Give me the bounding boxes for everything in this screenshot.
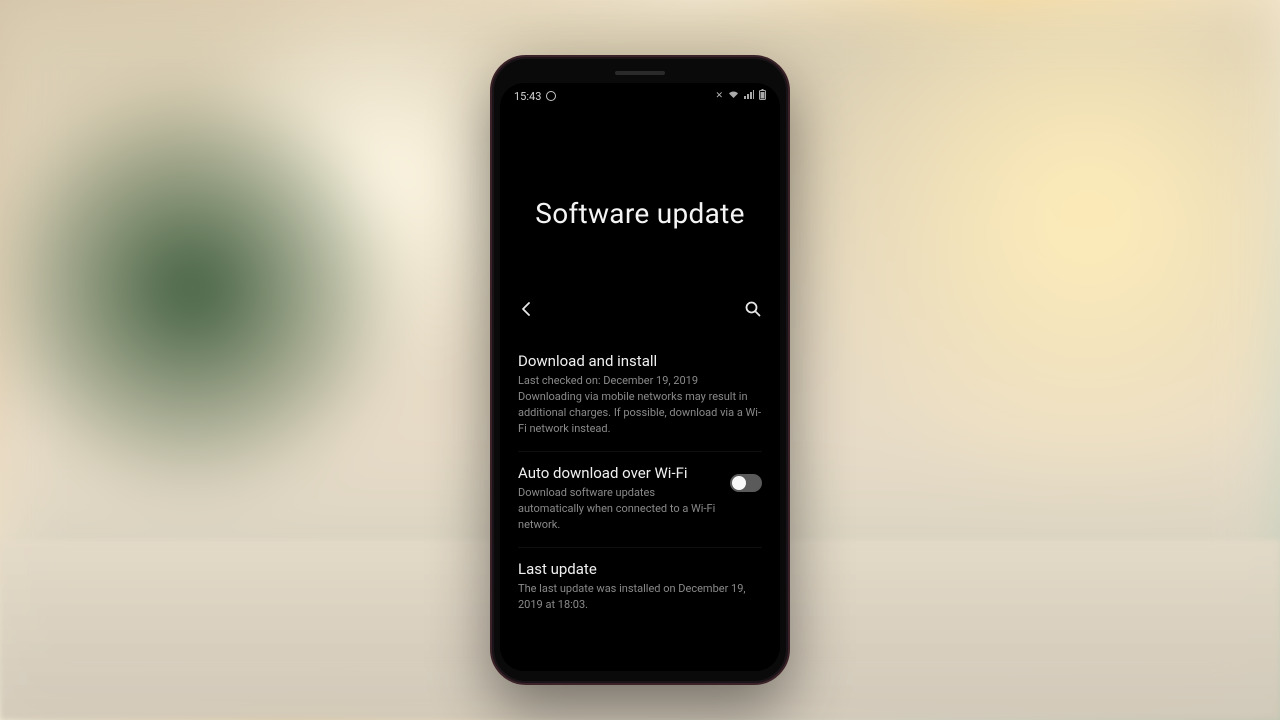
status-time: 15:43	[514, 90, 541, 103]
last-update-desc: The last update was installed on Decembe…	[518, 581, 762, 613]
auto-download-toggle[interactable]	[730, 474, 762, 492]
status-bar: 15:43 ✕	[500, 83, 780, 107]
vibrate-icon: ✕	[715, 91, 723, 101]
search-icon	[744, 300, 762, 318]
download-last-checked: Last checked on: December 19, 2019	[518, 373, 762, 389]
last-update-title: Last update	[518, 560, 762, 578]
signal-icon	[744, 90, 754, 102]
auto-download-title: Auto download over Wi-Fi	[518, 464, 718, 482]
search-button[interactable]	[744, 300, 762, 318]
auto-download-desc: Download software updates automatically …	[518, 485, 718, 533]
settings-list: Download and install Last checked on: De…	[500, 340, 780, 626]
alarm-icon	[546, 91, 556, 101]
last-update-item[interactable]: Last update The last update was installe…	[518, 548, 762, 627]
toggle-knob	[732, 476, 746, 490]
earpiece	[615, 71, 665, 75]
phone-screen: 15:43 ✕ Software update	[500, 83, 780, 671]
download-title: Download and install	[518, 352, 762, 370]
battery-icon	[759, 89, 766, 103]
phone-frame: 15:43 ✕ Software update	[490, 55, 790, 685]
download-and-install-item[interactable]: Download and install Last checked on: De…	[518, 340, 762, 452]
chevron-left-icon	[518, 300, 536, 318]
wifi-icon	[728, 90, 739, 102]
toolbar	[500, 300, 780, 318]
page-title: Software update	[500, 197, 780, 230]
back-button[interactable]	[518, 300, 536, 318]
download-warning: Downloading via mobile networks may resu…	[518, 389, 762, 437]
auto-download-item[interactable]: Auto download over Wi-Fi Download softwa…	[518, 452, 762, 548]
